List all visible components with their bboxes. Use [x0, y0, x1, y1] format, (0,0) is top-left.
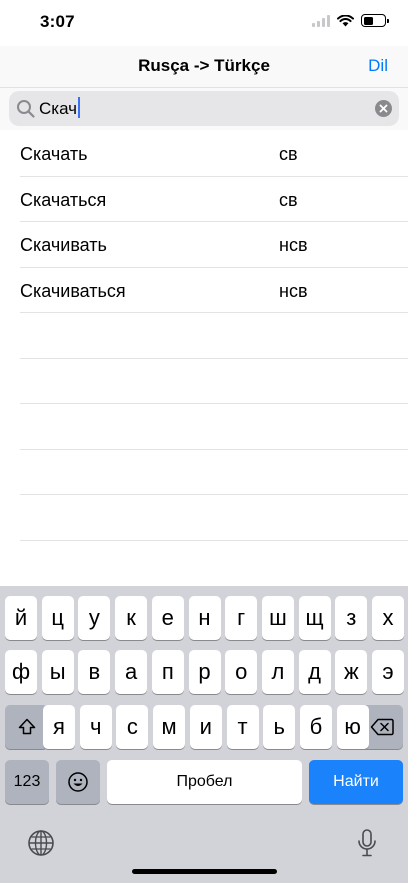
key-ш[interactable]: ш: [261, 596, 294, 640]
status-icons: [312, 14, 389, 27]
emoji-key[interactable]: [56, 760, 100, 804]
signal-icon: [312, 14, 330, 27]
search-go-key[interactable]: Найти: [309, 760, 403, 804]
key-щ[interactable]: щ: [298, 596, 331, 640]
key-о[interactable]: о: [225, 650, 258, 694]
key-у[interactable]: у: [78, 596, 111, 640]
key-а[interactable]: а: [115, 650, 148, 694]
key-ч[interactable]: ч: [79, 705, 112, 749]
aspect-label: нсв: [279, 280, 308, 301]
key-д[interactable]: д: [298, 650, 331, 694]
list-item: [0, 450, 408, 496]
shift-icon: [18, 718, 35, 735]
list-item[interactable]: Скачаться св: [0, 177, 408, 223]
key-х[interactable]: х: [372, 596, 404, 640]
key-и[interactable]: и: [189, 705, 222, 749]
search-icon: [17, 100, 35, 118]
results-list: Скачать св Скачаться св Скачивать нсв Скачиват…: [0, 131, 408, 541]
wifi-icon: [337, 14, 354, 26]
numbers-key[interactable]: 123: [5, 760, 49, 804]
key-э[interactable]: э: [372, 650, 404, 694]
status-bar: 3:07: [0, 0, 408, 46]
battery-icon: [361, 14, 389, 27]
language-button[interactable]: Dil: [368, 56, 388, 76]
word-label: Скачивать: [20, 235, 107, 255]
key-ы[interactable]: ы: [41, 650, 74, 694]
list-item[interactable]: Скачивать нсв: [0, 222, 408, 268]
globe-icon[interactable]: [27, 829, 55, 857]
key-е[interactable]: е: [151, 596, 184, 640]
key-т[interactable]: т: [226, 705, 259, 749]
key-й[interactable]: й: [5, 596, 37, 640]
aspect-label: св: [279, 144, 298, 164]
search-input[interactable]: Скач: [39, 91, 81, 126]
key-к[interactable]: к: [115, 596, 148, 640]
list-item[interactable]: Скачиваться нсв: [0, 268, 408, 314]
search-bar[interactable]: Скач: [9, 91, 399, 126]
key-л[interactable]: л: [261, 650, 294, 694]
key-в[interactable]: в: [78, 650, 111, 694]
space-key[interactable]: Пробел: [107, 760, 302, 804]
list-item: [0, 495, 408, 541]
list-item: [0, 313, 408, 359]
aspect-label: нсв: [279, 235, 308, 255]
shift-key[interactable]: [5, 705, 48, 749]
key-б[interactable]: б: [299, 705, 332, 749]
keyboard: 123 Пробел Найти йцукенгшщзх фывапролджэ я…: [0, 586, 408, 883]
key-я[interactable]: я: [43, 705, 75, 749]
word-label: Скачиваться: [20, 280, 126, 301]
key-г[interactable]: г: [225, 596, 258, 640]
list-item: [0, 359, 408, 405]
home-indicator: [132, 869, 277, 874]
emoji-icon: [68, 772, 88, 792]
key-с[interactable]: с: [116, 705, 149, 749]
key-ф[interactable]: ф: [5, 650, 37, 694]
list-item[interactable]: Скачать св: [0, 131, 408, 177]
key-ц[interactable]: ц: [41, 596, 74, 640]
key-ж[interactable]: ж: [335, 650, 368, 694]
search-input-value: Скач: [39, 99, 78, 118]
navigation-bar: Rusça -> Türkçe Dil: [0, 46, 408, 88]
key-ь[interactable]: ь: [263, 705, 296, 749]
page-title: Rusça -> Türkçe: [138, 56, 270, 75]
key-з[interactable]: з: [335, 596, 368, 640]
key-п[interactable]: п: [151, 650, 184, 694]
microphone-icon[interactable]: [355, 828, 379, 858]
clear-search-button[interactable]: [375, 100, 392, 117]
backspace-icon: [370, 718, 394, 736]
word-label: Скачаться: [20, 189, 107, 210]
search-container: Скач: [0, 88, 408, 130]
key-ю[interactable]: ю: [336, 705, 369, 749]
key-р[interactable]: р: [188, 650, 221, 694]
clear-icon: [379, 104, 388, 113]
text-caret: [78, 97, 81, 118]
key-м[interactable]: м: [153, 705, 186, 749]
list-item: [0, 404, 408, 450]
word-label: Скачать: [20, 144, 88, 164]
aspect-label: св: [279, 189, 298, 210]
status-time: 3:07: [40, 12, 75, 31]
key-н[interactable]: н: [188, 596, 221, 640]
